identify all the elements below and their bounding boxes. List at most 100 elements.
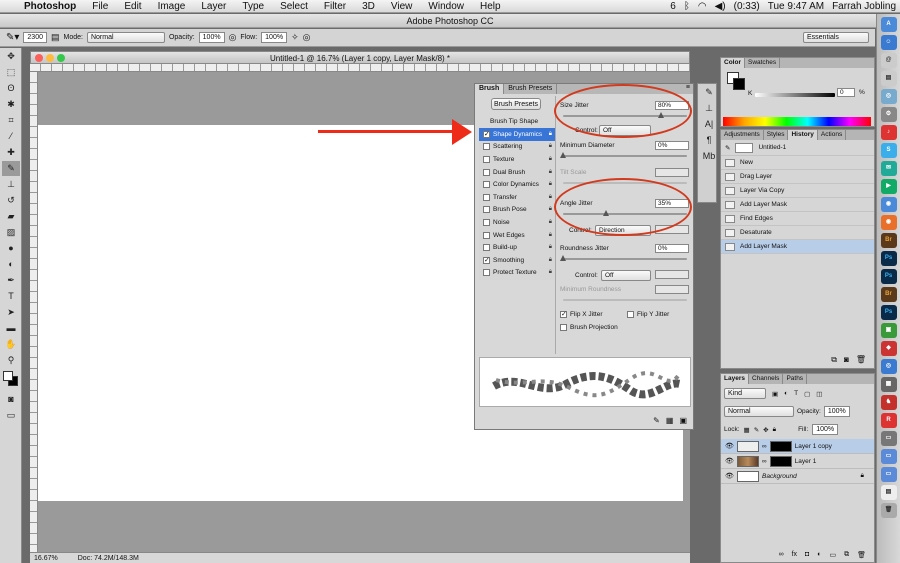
lasso-tool-icon[interactable]: ʘ (2, 81, 20, 96)
texture-checkbox[interactable] (483, 155, 490, 163)
dual-brush-checkbox[interactable] (483, 168, 490, 176)
brush-tool-icon[interactable]: ✎▾ (6, 32, 19, 43)
hand-tool-icon[interactable]: ✋ (2, 337, 20, 352)
blend-mode-select[interactable]: Normal (724, 406, 794, 417)
add-mask-icon[interactable]: ◘ (805, 551, 809, 559)
documents-icon[interactable]: ▤ (880, 485, 897, 500)
list-item-brush-pose[interactable]: Brush Pose 🔒︎ (479, 204, 555, 217)
preview-icon[interactable]: ◎ (880, 89, 897, 104)
path-select-tool-icon[interactable]: ➤ (2, 305, 20, 320)
eraser-tool-icon[interactable]: ▰ (2, 209, 20, 224)
clone-source-icon[interactable]: ⊥ (700, 101, 718, 116)
contacts-icon[interactable]: @ (880, 53, 897, 68)
tab-layers[interactable]: Layers (721, 374, 749, 384)
shape-tool-icon[interactable]: ▬ (2, 321, 20, 336)
history-item[interactable]: Drag Layer (721, 170, 874, 184)
volume-icon[interactable]: ◀) (715, 1, 726, 12)
gradient-tool-icon[interactable]: ▨ (2, 225, 20, 240)
zoom-level[interactable]: 16.67% (34, 555, 58, 562)
history-brush-icon[interactable]: ✎ (725, 144, 730, 152)
brush-tool-icon[interactable]: ✎ (2, 161, 20, 176)
menu-edit[interactable]: Edit (116, 1, 149, 12)
menu-filter[interactable]: Filter (316, 1, 354, 12)
trash-dock-icon[interactable]: 🗑︎ (880, 503, 897, 518)
pressure-opacity-icon[interactable]: ◎ (229, 32, 237, 43)
app-icon[interactable]: ▣ (880, 323, 897, 338)
mini-bridge-icon[interactable]: Mb (700, 149, 718, 164)
layer-style-icon[interactable]: fx (792, 551, 797, 559)
marquee-tool-icon[interactable]: ⬚ (2, 65, 20, 80)
layer-row[interactable]: 👁︎ ∞ Layer 1 copy (721, 439, 874, 454)
type-tool-icon[interactable]: T (2, 289, 20, 304)
lock-icon[interactable]: 🔒︎ (861, 472, 874, 480)
photoshop-icon[interactable]: Ps (880, 251, 897, 266)
calendar-icon[interactable]: ▤ (880, 71, 897, 86)
safari-icon[interactable]: ◉ (880, 197, 897, 212)
toggle-bristle-preview-icon[interactable]: ✎ (653, 416, 660, 425)
document-size[interactable]: Doc: 74.2M/148.3M (78, 555, 139, 562)
bridge-cc-icon[interactable]: Br (880, 287, 897, 302)
quick-mask-icon[interactable]: ◙ (2, 392, 20, 407)
brush-pose-checkbox[interactable] (483, 206, 490, 214)
transfer-checkbox[interactable] (483, 193, 490, 201)
list-item-shape-dynamics[interactable]: ✓ Shape Dynamics 🔒︎ (479, 128, 555, 141)
roundness-jitter-field[interactable]: 0% (655, 244, 689, 253)
camera-icon[interactable]: ◙ (844, 355, 849, 365)
brush-panel-toggle-icon[interactable]: ▤ (51, 32, 60, 43)
roundness-jitter-slider[interactable] (563, 258, 687, 260)
minimize-window-icon[interactable] (46, 54, 54, 62)
build-up-checkbox[interactable] (483, 244, 490, 252)
tab-styles[interactable]: Styles (764, 130, 789, 140)
dodge-tool-icon[interactable]: ◐ (2, 257, 20, 272)
flip-x-checkbox[interactable]: ✓ (560, 311, 567, 318)
character-icon[interactable]: A| (700, 117, 718, 132)
new-group-icon[interactable]: ▭ (829, 551, 836, 559)
pixel-filter-icon[interactable]: ▣ (772, 390, 778, 398)
lock-icon[interactable]: 🔒︎ (549, 219, 552, 226)
eye-icon[interactable]: 👁︎ (725, 472, 734, 480)
fill-field[interactable]: 100% (812, 424, 839, 435)
folder-icon[interactable]: ▭ (880, 449, 897, 464)
history-snapshot[interactable]: ✎ Untitled-1 (721, 140, 874, 156)
lock-icon[interactable]: 🔒︎ (549, 232, 552, 239)
lock-icon[interactable]: 🔒︎ (549, 206, 552, 213)
system-prefs-icon[interactable]: ⚙ (880, 107, 897, 122)
tab-brush[interactable]: Brush (475, 84, 505, 94)
lock-pixels-icon[interactable]: ✎ (754, 426, 759, 434)
roblox-icon[interactable]: R (880, 413, 897, 428)
chain-icon[interactable]: ∞ (762, 443, 767, 450)
photoshop-alt-icon[interactable]: Ps (880, 305, 897, 320)
chain-icon[interactable]: ∞ (762, 458, 767, 465)
history-item[interactable]: Desaturate (721, 226, 874, 240)
list-item-transfer[interactable]: Transfer 🔒︎ (479, 191, 555, 204)
user-name[interactable]: Farrah Jobling (832, 1, 896, 12)
lock-icon[interactable]: 🔒︎ (549, 181, 552, 188)
layer-mask-thumbnail[interactable] (769, 455, 792, 467)
tab-paths[interactable]: Paths (783, 374, 808, 384)
tab-adjustments[interactable]: Adjustments (721, 130, 764, 140)
k-slider[interactable] (755, 93, 835, 97)
eye-icon[interactable]: 👁︎ (725, 457, 734, 465)
bridge-icon[interactable]: Br (880, 233, 897, 248)
menu-help[interactable]: Help (472, 1, 509, 12)
foreground-color[interactable] (3, 371, 13, 381)
bluetooth-icon[interactable]: ᛒ (684, 1, 690, 12)
min-diameter-field[interactable]: 0% (655, 141, 689, 150)
history-brush-tool-icon[interactable]: ↺ (2, 193, 20, 208)
firefox-icon[interactable]: ◉ (880, 215, 897, 230)
flip-y-checkbox[interactable] (627, 311, 634, 318)
paragraph-icon[interactable]: ¶ (700, 133, 718, 148)
flip-y-option[interactable]: Flip Y Jitter (627, 311, 669, 318)
zoom-tool-icon[interactable]: ⚲ (2, 353, 20, 368)
lock-icon[interactable]: 🔒︎ (549, 169, 552, 176)
brush-tip-shape-item[interactable]: Brush Tip Shape (490, 118, 538, 125)
clone-stamp-tool-icon[interactable]: ⊥ (2, 177, 20, 192)
opacity-field[interactable]: 100% (198, 32, 225, 43)
list-item-protect-texture[interactable]: Protect Texture 🔒︎ (479, 267, 555, 280)
skype-icon[interactable]: S (880, 143, 897, 158)
smart-filter-icon[interactable]: ◫ (816, 390, 822, 398)
spectrum-ramp[interactable] (723, 117, 871, 126)
photoshop-cc-icon[interactable]: Ps (880, 269, 897, 284)
red-app-icon[interactable]: ◆ (880, 341, 897, 356)
adjustment-filter-icon[interactable]: ◐ (784, 390, 788, 397)
